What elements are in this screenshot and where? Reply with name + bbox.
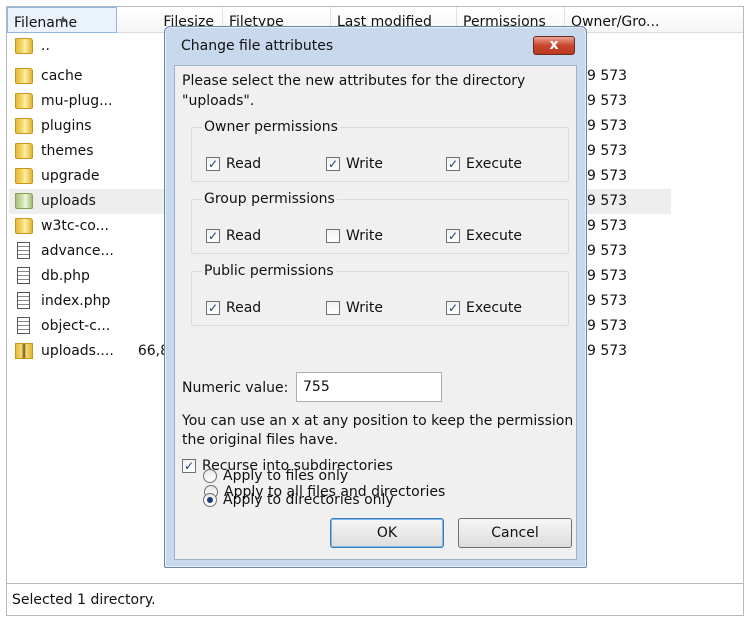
folder-icon <box>15 38 33 54</box>
folder-icon <box>15 168 33 184</box>
file-icon <box>17 292 30 309</box>
file-name: db.php <box>41 268 90 284</box>
file-name: object-c... <box>41 318 111 334</box>
dialog-titlebar[interactable]: Change file attributes x <box>165 27 586 63</box>
file-owner: 9 573 <box>587 243 628 259</box>
column-header-filename[interactable]: ▲ Filename <box>7 7 117 33</box>
file-name: w3tc-co... <box>41 218 109 234</box>
dialog-title: Change file attributes <box>181 38 334 54</box>
folder-icon <box>15 118 33 134</box>
radio-unselected-icon[interactable] <box>203 469 217 483</box>
close-icon: x <box>549 37 559 53</box>
file-owner: 9 573 <box>587 143 628 159</box>
file-name: cache <box>41 68 83 84</box>
radio-label: Apply to files only <box>223 468 349 484</box>
file-name: index.php <box>41 293 111 309</box>
file-owner: 9 573 <box>587 318 628 334</box>
file-owner: 9 573 <box>587 118 628 134</box>
file-name: mu-plug... <box>41 93 113 109</box>
file-name: plugins <box>41 118 92 134</box>
file-name: upgrade <box>41 168 100 184</box>
archive-icon <box>15 343 33 359</box>
file-owner: 9 573 <box>587 293 628 309</box>
file-owner: 9 573 <box>587 68 628 84</box>
ok-button[interactable]: OK <box>330 518 444 548</box>
column-header-filename-label: Filename <box>14 15 78 31</box>
radio-label: Apply to directories only <box>223 492 394 508</box>
file-icon <box>17 242 30 259</box>
status-bar: Selected 1 directory. <box>6 584 744 616</box>
file-owner: 9 573 <box>587 93 628 109</box>
file-icon <box>17 267 30 284</box>
file-owner: 9 573 <box>587 268 628 284</box>
folder-icon <box>15 218 33 234</box>
file-owner: 9 573 <box>587 168 628 184</box>
file-owner: 9 573 <box>587 218 628 234</box>
radio-selected-icon[interactable] <box>203 493 217 507</box>
file-name: uploads.... <box>41 343 114 359</box>
file-size: 66,8 <box>137 343 169 359</box>
file-name: advance... <box>41 243 114 259</box>
folder-icon <box>15 68 33 84</box>
file-owner: 9 573 <box>587 343 628 359</box>
dialog-content-lower: Apply to files only Apply to directories… <box>174 65 577 560</box>
folder-icon <box>15 193 33 209</box>
cancel-button[interactable]: Cancel <box>458 518 572 548</box>
file-name: uploads <box>41 193 96 209</box>
folder-icon <box>15 93 33 109</box>
close-button[interactable]: x <box>533 36 575 55</box>
sort-ascending-icon: ▲ <box>60 14 67 23</box>
folder-icon <box>15 143 33 159</box>
file-icon <box>17 317 30 334</box>
file-name: .. <box>41 38 50 54</box>
file-name: themes <box>41 143 94 159</box>
file-owner: 9 573 <box>587 193 628 209</box>
